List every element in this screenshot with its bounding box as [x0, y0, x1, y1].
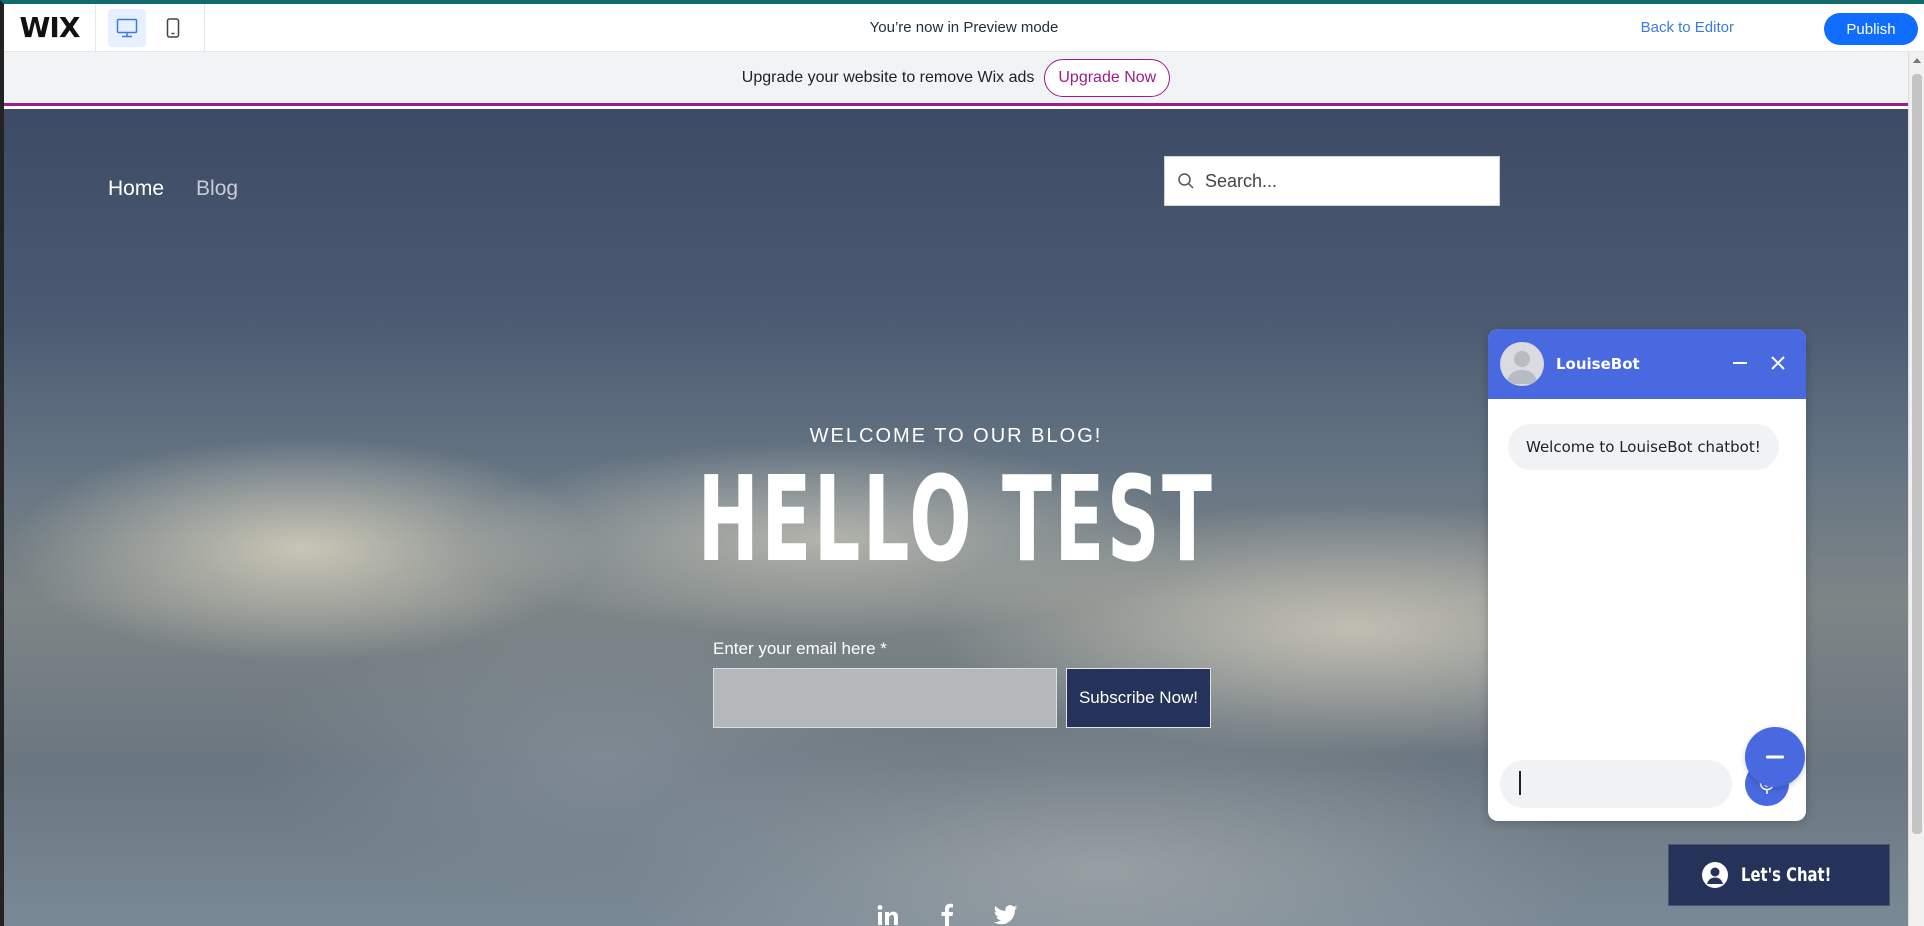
scroll-thumb[interactable]: [1912, 74, 1922, 834]
device-toggles: [96, 4, 205, 52]
scroll-up-arrow-icon[interactable]: [1913, 58, 1921, 63]
browser-frame: WIX You’re now in Preview mode Back to E…: [0, 0, 1924, 926]
upgrade-banner: Upgrade your website to remove Wix ads U…: [4, 52, 1908, 106]
chat-toggle-button[interactable]: [1745, 727, 1805, 787]
linkedin-icon[interactable]: [876, 904, 900, 926]
social-links: [876, 903, 1018, 926]
upgrade-now-button[interactable]: Upgrade Now: [1044, 58, 1171, 97]
site-hero: Home Blog WELCOME TO OUR BLOG! HELLO TES…: [4, 109, 1908, 926]
preview-topbar: WIX You’re now in Preview mode Back to E…: [4, 4, 1924, 52]
site-nav: Home Blog: [108, 177, 238, 201]
email-label: Enter your email here *: [713, 639, 887, 658]
bot-message-bubble: Welcome to LouiseBot chatbot!: [1508, 424, 1779, 470]
bot-avatar: [1500, 342, 1544, 386]
email-field[interactable]: [713, 668, 1057, 728]
chat-minimize-button[interactable]: [1730, 353, 1750, 373]
twitter-icon[interactable]: [994, 905, 1018, 925]
mobile-view-button[interactable]: [154, 9, 192, 47]
user-avatar-icon: [1702, 862, 1729, 888]
desktop-icon: [116, 18, 138, 37]
search-input[interactable]: [1205, 170, 1485, 192]
desktop-view-button[interactable]: [108, 8, 146, 47]
bot-name: LouiseBot: [1556, 355, 1640, 373]
subscribe-button[interactable]: Subscribe Now!: [1066, 668, 1211, 728]
close-icon: [1771, 356, 1785, 370]
user-silhouette-icon: [1506, 351, 1538, 384]
chat-header: LouiseBot: [1488, 329, 1806, 399]
page-scrollbar[interactable]: [1908, 52, 1924, 926]
site-search-box[interactable]: [1164, 156, 1500, 206]
chat-close-button[interactable]: [1768, 353, 1788, 373]
preview-mode-text: You’re now in Preview mode: [869, 19, 1059, 36]
lets-chat-label: Let's Chat!: [1741, 864, 1832, 886]
search-icon: [1178, 173, 1194, 189]
nav-blog[interactable]: Blog: [196, 177, 238, 201]
minimize-icon: [1733, 362, 1747, 364]
text-caret: [1519, 771, 1521, 795]
publish-button[interactable]: Publish: [1824, 13, 1918, 45]
wix-logo: WIX: [4, 4, 96, 52]
nav-home[interactable]: Home: [108, 177, 164, 201]
hero-title: HELLO TEST: [697, 450, 1215, 588]
facebook-icon[interactable]: [940, 903, 954, 926]
upgrade-text: Upgrade your website to remove Wix ads: [741, 68, 1035, 86]
mobile-icon: [166, 17, 180, 38]
minimize-icon: [1766, 755, 1784, 759]
lets-chat-button[interactable]: Let's Chat!: [1668, 844, 1890, 906]
chat-message-input[interactable]: [1500, 760, 1732, 808]
back-to-editor-link[interactable]: Back to Editor: [1641, 19, 1734, 36]
